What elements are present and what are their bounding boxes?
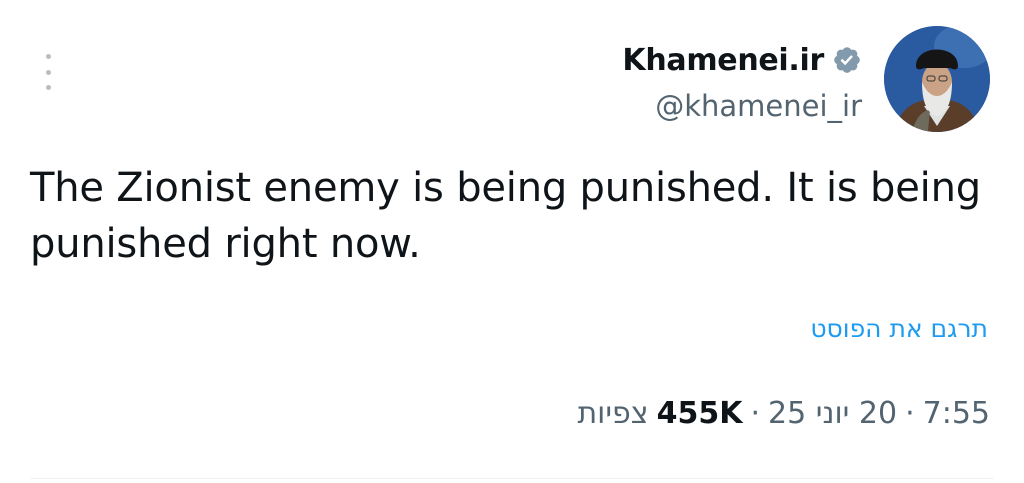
tweet-date[interactable]: 20 יוני 25 [768,396,897,431]
author-text: Khamenei.ir @khamenei_ir [622,35,862,124]
author-display-name[interactable]: Khamenei.ir [622,43,824,78]
more-dot [45,54,51,59]
author-name-row: Khamenei.ir [622,35,862,85]
views-label: צפיות [577,396,649,431]
meta-separator: · [750,396,761,431]
translate-post-link[interactable]: תרגם את הפוסט [810,314,988,343]
tweet-time[interactable]: 7:55 [923,396,990,431]
more-dot [45,85,51,90]
avatar[interactable] [884,26,990,132]
views-count[interactable]: 455K [657,396,743,431]
divider [30,478,994,479]
meta-separator: · [905,396,915,431]
author-handle[interactable]: @khamenei_ir [655,89,862,123]
tweet-meta: 7:55·20 יוני 25·455Kצפיות [577,396,990,431]
verified-badge-icon [834,47,860,73]
more-options-button[interactable] [38,52,58,92]
tweet-text: The Zionist enemy is being punished. It … [30,165,981,267]
more-dot [45,69,51,75]
tweet-author: Khamenei.ir @khamenei_ir [622,26,990,132]
